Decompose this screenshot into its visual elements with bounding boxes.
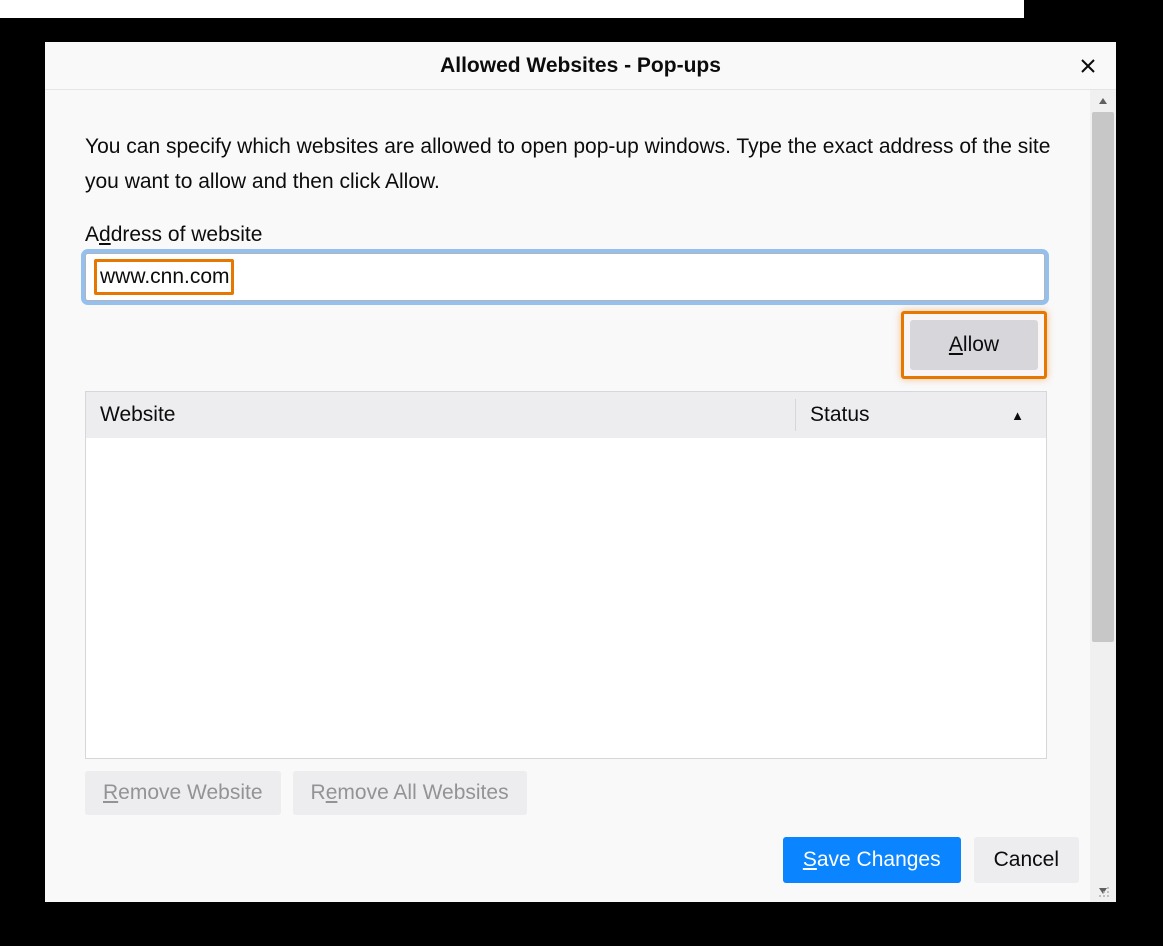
- popups-allowed-dialog: Allowed Websites - Pop-ups You can speci…: [45, 42, 1116, 902]
- sort-asc-icon: ▲: [1011, 408, 1024, 423]
- column-header-status[interactable]: Status ▲: [796, 403, 1046, 427]
- remove-all-websites-button[interactable]: Remove All Websites: [293, 771, 527, 815]
- remove-website-rest: emove Website: [118, 781, 262, 804]
- address-label-accel: d: [99, 223, 111, 246]
- scroll-down-icon[interactable]: [1090, 880, 1116, 902]
- allow-label-rest: llow: [963, 333, 999, 356]
- dialog-content: You can specify which websites are allow…: [45, 90, 1090, 902]
- cancel-button[interactable]: Cancel: [974, 837, 1079, 883]
- save-accel: S: [803, 848, 817, 871]
- dialog-title: Allowed Websites - Pop-ups: [440, 54, 721, 78]
- dialog-body: You can specify which websites are allow…: [45, 90, 1116, 902]
- scroll-thumb[interactable]: [1092, 112, 1114, 642]
- remove-all-rest: move All Websites: [337, 781, 508, 804]
- remove-website-accel: R: [103, 781, 118, 804]
- address-input[interactable]: [85, 253, 1045, 301]
- address-label: Address of website: [85, 223, 1090, 247]
- websites-table: Website Status ▲: [85, 391, 1047, 759]
- intro-text: You can specify which websites are allow…: [85, 130, 1090, 199]
- scroll-track[interactable]: [1090, 112, 1116, 880]
- dialog-action-row: Save Changes Cancel: [85, 837, 1079, 883]
- dialog-header: Allowed Websites - Pop-ups: [45, 42, 1116, 90]
- remove-website-button[interactable]: Remove Website: [85, 771, 281, 815]
- allow-accel: A: [949, 333, 963, 356]
- page-background: [0, 0, 1024, 18]
- remove-all-pre: R: [311, 781, 326, 804]
- col-status-label: Status: [810, 403, 870, 427]
- address-input-wrap: [85, 253, 1090, 301]
- save-rest: ave Changes: [817, 848, 941, 871]
- remove-buttons-row: Remove Website Remove All Websites: [85, 771, 1047, 815]
- col-website-label: Website: [100, 403, 175, 427]
- tutorial-highlight-allow: Allow: [901, 311, 1047, 379]
- column-header-website[interactable]: Website: [86, 399, 796, 431]
- vertical-scrollbar[interactable]: [1090, 90, 1116, 902]
- remove-all-accel: e: [326, 781, 338, 804]
- save-changes-button[interactable]: Save Changes: [783, 837, 961, 883]
- close-icon[interactable]: [1076, 54, 1100, 78]
- allow-button[interactable]: Allow: [910, 320, 1038, 370]
- table-body-empty: [86, 438, 1046, 758]
- allow-row: Allow: [85, 311, 1047, 379]
- scroll-up-icon[interactable]: [1090, 90, 1116, 112]
- address-label-pre: A: [85, 223, 99, 246]
- address-label-post: dress of website: [111, 223, 263, 246]
- table-header: Website Status ▲: [86, 392, 1046, 438]
